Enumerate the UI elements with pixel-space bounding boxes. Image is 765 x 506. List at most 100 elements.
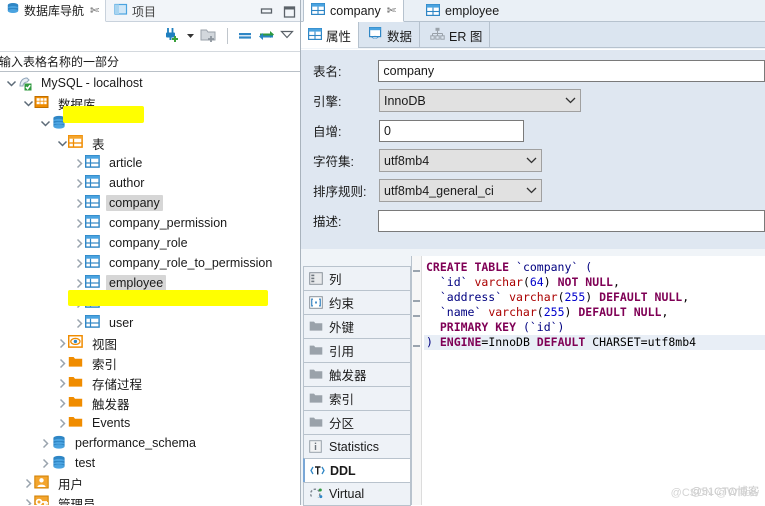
section-tab-引用[interactable]: 引用	[303, 338, 411, 362]
section-tab-约束[interactable]: 约束	[303, 290, 411, 314]
tree-item[interactable]	[0, 113, 300, 133]
section-tab-virtual[interactable]: Virtual	[303, 482, 411, 506]
tree-item[interactable]: 表	[0, 133, 300, 153]
tree-item[interactable]: 存储过程	[0, 373, 300, 393]
tree-item[interactable]: 数据库	[0, 93, 300, 113]
editor-panel: company ✄ employee 属性 <> 数据 ER 图 表名: com…	[301, 0, 765, 506]
tree-item[interactable]: MySQL - localhost	[0, 73, 300, 93]
tree-item[interactable]: Events	[0, 413, 300, 433]
section-tab-外键[interactable]: 外键	[303, 314, 411, 338]
tree-item[interactable]: company_role_to_permission	[0, 253, 300, 273]
chevron-right-icon[interactable]	[55, 377, 68, 390]
chevron-down-icon[interactable]	[526, 186, 537, 196]
section-tab-ddl[interactable]: DDL	[303, 458, 411, 482]
chevron-down-icon[interactable]	[55, 137, 68, 150]
tree-item[interactable]: author	[0, 173, 300, 193]
chevron-down-icon[interactable]	[21, 97, 34, 110]
chevron-right-icon[interactable]	[38, 457, 51, 470]
collapse-all-icon[interactable]	[237, 28, 253, 45]
chevron-right-icon[interactable]	[72, 217, 85, 230]
watermark: @51CTO博客 @CSDN @Willow	[671, 483, 759, 499]
tab-database-navigator[interactable]: 数据库导航 ✄	[0, 0, 107, 22]
tree-item[interactable]: company_permission	[0, 213, 300, 233]
tab-project[interactable]: 项目	[108, 0, 162, 22]
table-name-field[interactable]: company	[378, 59, 765, 82]
section-tab-索引[interactable]: 索引	[303, 386, 411, 410]
chevron-right-icon[interactable]	[72, 257, 85, 270]
new-folder-icon[interactable]	[200, 27, 218, 46]
filter-menu-icon[interactable]	[280, 29, 294, 43]
tree-item[interactable]: 用户	[0, 473, 300, 493]
chevron-right-icon[interactable]	[72, 177, 85, 190]
redaction-highlight-table	[68, 290, 268, 306]
section-tab-statistics[interactable]: Statistics	[303, 434, 411, 458]
section-tab-label: Virtual	[329, 487, 365, 501]
section-tab-列[interactable]: 列	[303, 266, 411, 290]
er-diagram-icon	[430, 27, 445, 44]
chevron-right-icon[interactable]	[72, 197, 85, 210]
folder-icon	[309, 344, 324, 358]
folder-icon	[68, 375, 84, 391]
editor-tab-company[interactable]: company ✄	[303, 0, 404, 22]
admin-icon	[34, 495, 50, 505]
tree-item[interactable]: company_role	[0, 233, 300, 253]
dropdown-arrow-icon[interactable]	[186, 29, 195, 43]
property-row: 引擎: InnoDB	[301, 88, 765, 113]
new-connection-icon[interactable]	[164, 26, 181, 46]
ddl-viewer[interactable]: CREATE TABLE `company` ( `id` varchar(64…	[411, 256, 765, 505]
chevron-right-icon[interactable]	[55, 337, 68, 350]
chevron-right-icon[interactable]	[21, 497, 34, 505]
tree-item[interactable]: 视图	[0, 333, 300, 353]
editor-tab-employee[interactable]: employee	[419, 0, 506, 22]
engine-select[interactable]: InnoDB	[379, 89, 581, 112]
close-icon[interactable]: ✄	[90, 4, 99, 17]
tree-item[interactable]: user	[0, 313, 300, 333]
subtab-data[interactable]: <> 数据	[362, 22, 421, 48]
dbeaver-window: 数据库导航 ✄ 项目 输入表格名称的一部分 MySQL - localhost …	[0, 0, 765, 506]
chevron-right-icon[interactable]	[55, 397, 68, 410]
tree-item[interactable]: test	[0, 453, 300, 473]
chevron-right-icon[interactable]	[72, 237, 85, 250]
minimize-icon[interactable]	[260, 6, 273, 17]
section-tab-分区[interactable]: 分区	[303, 410, 411, 434]
chevron-down-icon[interactable]	[565, 96, 576, 106]
tree-item[interactable]: 索引	[0, 353, 300, 373]
chevron-down-icon[interactable]	[526, 156, 537, 166]
maximize-icon[interactable]	[283, 5, 296, 18]
property-row: 描述:	[301, 208, 765, 233]
close-icon[interactable]: ✄	[387, 4, 396, 17]
search-input[interactable]: 输入表格名称的一部分	[0, 52, 300, 72]
property-label: 表名:	[313, 65, 342, 79]
chevron-right-icon[interactable]	[21, 477, 34, 490]
chevron-right-icon[interactable]	[72, 277, 85, 290]
tree-item[interactable]: company	[0, 193, 300, 213]
collation-select[interactable]: utf8mb4_general_ci	[379, 179, 542, 202]
chevron-down-icon[interactable]	[4, 77, 17, 90]
ddl-token: (	[536, 305, 544, 319]
auto-increment-field[interactable]: 0	[379, 119, 524, 142]
subtab-er-diagram[interactable]: ER 图	[423, 22, 491, 48]
editor-tab-employee-label: employee	[445, 4, 500, 18]
description-field[interactable]	[378, 209, 765, 232]
section-tab-触发器[interactable]: 触发器	[303, 362, 411, 386]
tables-folder-icon	[67, 134, 84, 151]
tree-item[interactable]: 管理员	[0, 493, 300, 505]
subtab-properties[interactable]: 属性	[301, 22, 360, 48]
sync-editor-icon[interactable]	[258, 28, 275, 45]
tree-item[interactable]: 触发器	[0, 393, 300, 413]
object-sections-tablist[interactable]: 列约束 外键 引用触发器索引 分区 Statistics DDL Virtual	[303, 266, 411, 506]
tree-item[interactable]: article	[0, 153, 300, 173]
database-tree[interactable]: MySQL - localhost 数据库表 article author compan…	[0, 73, 300, 505]
chevron-right-icon[interactable]	[55, 417, 68, 430]
property-label: 排序规则:	[313, 185, 367, 199]
gutter-mark	[413, 270, 420, 272]
chevron-right-icon[interactable]	[38, 437, 51, 450]
chevron-right-icon[interactable]	[55, 357, 68, 370]
chevron-right-icon[interactable]	[72, 317, 85, 330]
subtab-er-diagram-label: ER 图	[449, 29, 483, 44]
chevron-right-icon[interactable]	[72, 157, 85, 170]
section-tab-label: 触发器	[329, 369, 367, 383]
charset-select[interactable]: utf8mb4	[379, 149, 542, 172]
tree-item[interactable]: performance_schema	[0, 433, 300, 453]
chevron-down-icon[interactable]	[38, 117, 51, 130]
